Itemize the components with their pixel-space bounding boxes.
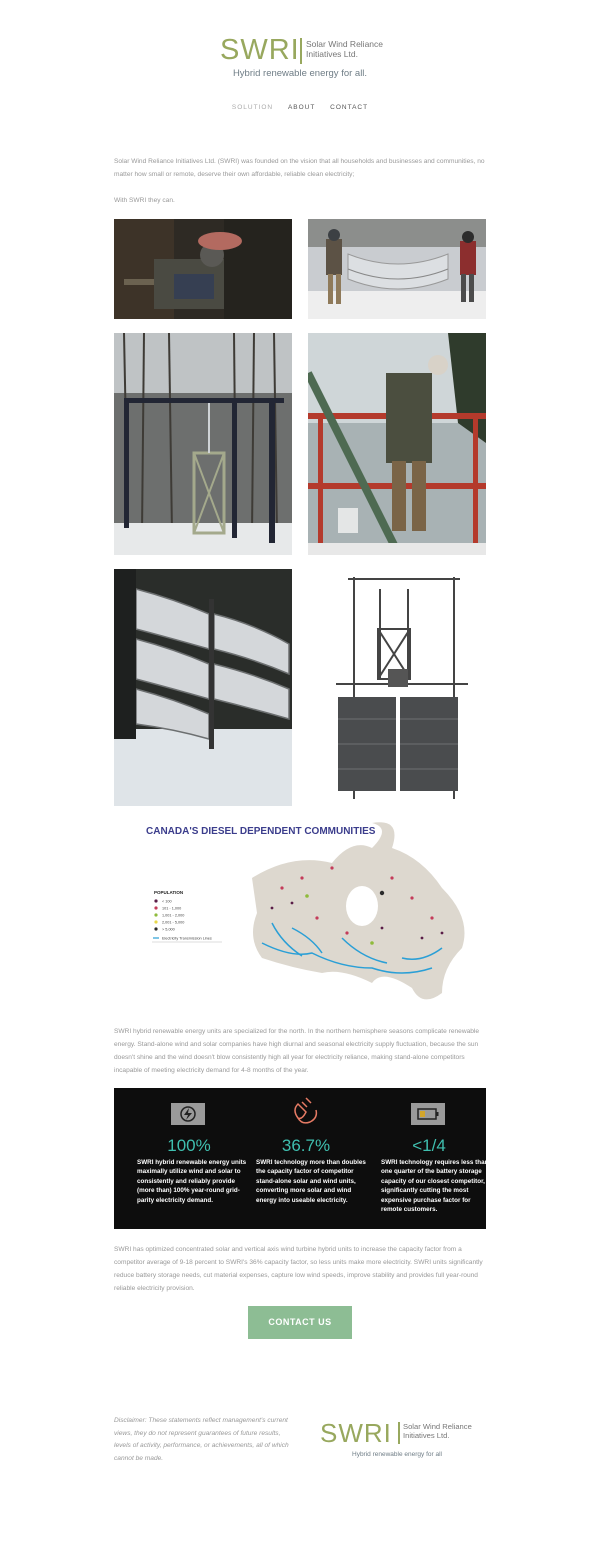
logo-name-line1: Solar Wind Reliance xyxy=(306,39,384,49)
stat-description: SWRI hybrid renewable energy units maxim… xyxy=(137,1159,247,1204)
intro-tagline: With SWRI they can. xyxy=(114,197,175,204)
stat-value: 36.7% xyxy=(281,1136,331,1155)
photo-tower-forest xyxy=(114,333,292,555)
nav-about[interactable]: ABOUT xyxy=(288,104,315,111)
legend-label-0: < 100 xyxy=(162,900,172,904)
legend-label-3: 2,001 - 5,000 xyxy=(162,921,184,925)
photo-workers-snow xyxy=(308,219,486,319)
photo-machinery xyxy=(114,219,292,319)
logo-divider xyxy=(300,38,302,64)
footer-logo-mark: SWRI xyxy=(320,1418,392,1448)
footer-logo-company-name: Solar Wind Reliance Initiatives Ltd. xyxy=(403,1422,493,1440)
stat-100-percent: 100% SWRI hybrid renewable energy units … xyxy=(129,1088,249,1229)
main-nav: SOLUTION ABOUT CONTACT xyxy=(0,104,600,111)
legend-label-2: 1,001 - 2,000 xyxy=(162,914,184,918)
footer-tagline: Hybrid renewable energy for all xyxy=(352,1451,442,1458)
stat-value: <1/4 xyxy=(412,1136,446,1155)
north-paragraph: SWRI hybrid renewable energy units are s… xyxy=(114,1028,480,1074)
disclaimer-text: Disclaimer: These statements reflect man… xyxy=(114,1417,289,1462)
stat-capacity-factor: 36.7% SWRI technology more than doubles … xyxy=(246,1088,366,1229)
map-title: CANADA'S DIESEL DEPENDENT COMMUNITIES xyxy=(146,826,376,837)
capacity-paragraph: SWRI has optimized concentrated solar an… xyxy=(114,1246,483,1292)
legend-label-1: 101 - 1,000 xyxy=(162,907,181,911)
legend-swatch-1 xyxy=(154,906,158,910)
legend-label-4: > 5,000 xyxy=(162,928,175,932)
footer-logo[interactable]: SWRI Solar Wind Reliance Initiatives Ltd… xyxy=(320,1418,490,1462)
lightning-icon xyxy=(171,1103,205,1125)
battery-icon xyxy=(411,1103,445,1125)
logo-company-name: Solar Wind Reliance Initiatives Ltd. xyxy=(306,39,396,59)
logo-name-line2: Initiatives Ltd. xyxy=(306,49,358,59)
intro-paragraph: Solar Wind Reliance Initiatives Ltd. (SW… xyxy=(114,158,485,178)
logo-mark: SWRI xyxy=(220,34,300,66)
footer-logo-divider xyxy=(398,1422,400,1444)
photo-worker-scaffold xyxy=(308,333,486,555)
stats-panel: 100% SWRI hybrid renewable energy units … xyxy=(114,1088,486,1229)
legend-swatch-2 xyxy=(154,913,158,917)
legend-swatch-4 xyxy=(154,927,158,931)
legend-label-5: Electricity Transmission Lines xyxy=(162,937,212,941)
stat-description: SWRI technology more than doubles the ca… xyxy=(256,1159,366,1204)
legend-swatch-0 xyxy=(154,899,158,903)
drawing-turbine-schematic xyxy=(308,569,486,806)
plug-icon xyxy=(288,1096,322,1126)
footer-logo-name-line1: Solar Wind Reliance xyxy=(403,1422,472,1431)
legend-title: POPULATION xyxy=(154,890,183,895)
photo-mirror-array xyxy=(114,569,292,806)
nav-solution[interactable]: SOLUTION xyxy=(232,104,273,111)
stat-value: 100% xyxy=(167,1136,211,1155)
nav-contact[interactable]: CONTACT xyxy=(330,104,368,111)
map-diesel-communities: CANADA'S DIESEL DEPENDENT COMMUNITIES PO… xyxy=(142,818,472,1014)
footer-logo-name-line2: Initiatives Ltd. xyxy=(403,1431,450,1440)
contact-us-button[interactable]: CONTACT US xyxy=(248,1306,352,1339)
stat-battery-storage: <1/4 SWRI technology requires less than … xyxy=(369,1088,486,1229)
legend-swatch-3 xyxy=(154,920,158,924)
stat-description: SWRI technology requires less than one q… xyxy=(381,1159,486,1214)
header-tagline: Hybrid renewable energy for all. xyxy=(232,68,368,79)
